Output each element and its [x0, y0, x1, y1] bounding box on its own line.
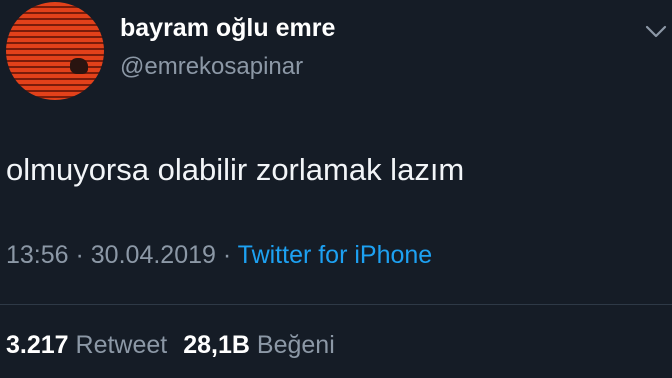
likes-stat[interactable]: 28,1B Beğeni — [183, 331, 335, 359]
tweet-meta: 13:56 · 30.04.2019 · Twitter for iPhone — [6, 241, 432, 270]
avatar[interactable] — [6, 2, 104, 100]
meta-separator: · — [68, 241, 91, 269]
author-handle[interactable]: @emrekosapinar — [120, 53, 303, 81]
tweet-source-link[interactable]: Twitter for iPhone — [238, 241, 433, 269]
tweet-date: 30.04.2019 — [90, 241, 216, 269]
retweets-count: 3.217 — [6, 331, 69, 359]
tweet-time: 13:56 — [6, 241, 69, 269]
author-display-name[interactable]: bayram oğlu emre — [120, 14, 335, 43]
likes-count: 28,1B — [183, 331, 250, 359]
tweet-card: bayram oğlu emre @emrekosapinar olmuyors… — [0, 0, 672, 378]
likes-label: Beğeni — [256, 331, 335, 359]
meta-separator-2: · — [215, 241, 238, 269]
chevron-down-icon[interactable] — [644, 22, 668, 42]
divider — [0, 304, 672, 305]
avatar-figure — [70, 58, 88, 74]
retweets-stat[interactable]: 3.217 Retweet — [6, 331, 167, 359]
tweet-stats: 3.217 Retweet 28,1B Beğeni — [6, 331, 335, 360]
retweets-label: Retweet — [75, 331, 168, 359]
tweet-text: olmuyorsa olabilir zorlamak lazım — [6, 152, 465, 187]
